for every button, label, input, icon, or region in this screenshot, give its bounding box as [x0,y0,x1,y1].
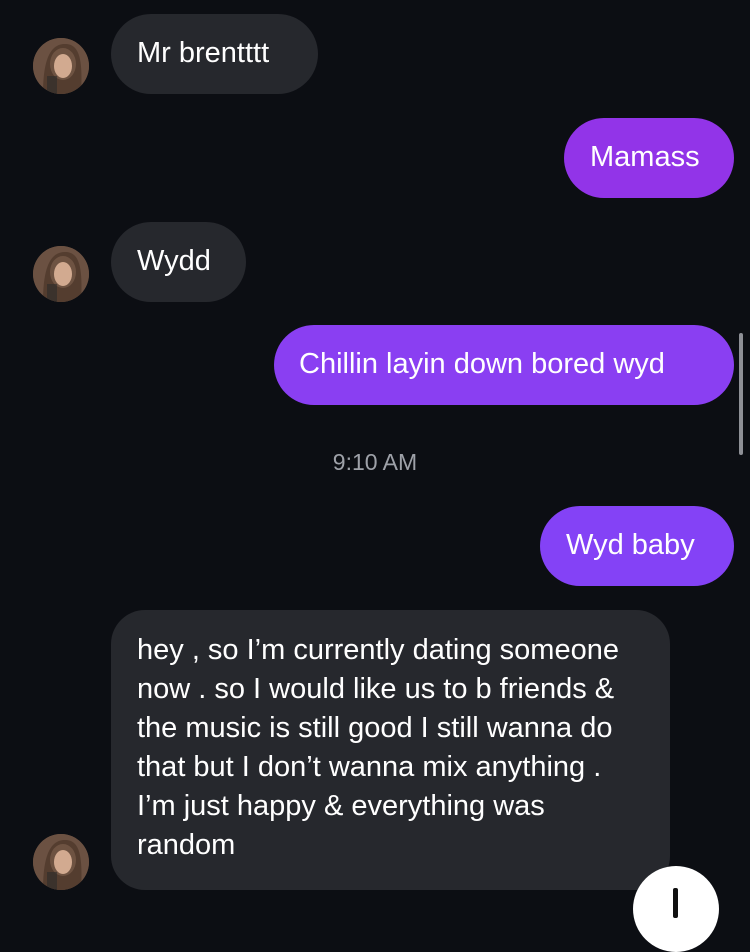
scroll-down-button[interactable] [633,866,719,952]
contact-avatar[interactable] [33,834,89,890]
message-bubble-incoming[interactable]: hey , so I’m currently dating someone no… [111,610,670,890]
message-bubble-outgoing[interactable]: Chillin layin down bored wyd [274,325,734,405]
message-bubble-incoming[interactable]: Mr brentttt [111,14,318,94]
scrollbar[interactable] [739,333,743,455]
message-text: hey , so I’m currently dating someone no… [137,634,619,861]
message-bubble-outgoing[interactable]: Mamass [564,118,734,198]
arrow-down-icon [673,888,678,918]
message-timestamp: 9:10 AM [332,449,418,475]
message-bubble-outgoing[interactable]: Wyd baby [540,506,734,586]
message-bubble-incoming[interactable]: Wydd [111,222,246,302]
message-text: Wyd baby [566,529,695,561]
message-text: Wydd [137,245,211,277]
contact-avatar[interactable] [33,38,89,94]
message-text: Mr brentttt [137,37,270,69]
message-text: Mamass [590,141,700,173]
contact-avatar[interactable] [33,246,89,302]
chat-thread: Mr brentttt Mamass Wydd Chillin layin do… [0,0,750,952]
message-text: Chillin layin down bored wyd [299,348,665,380]
